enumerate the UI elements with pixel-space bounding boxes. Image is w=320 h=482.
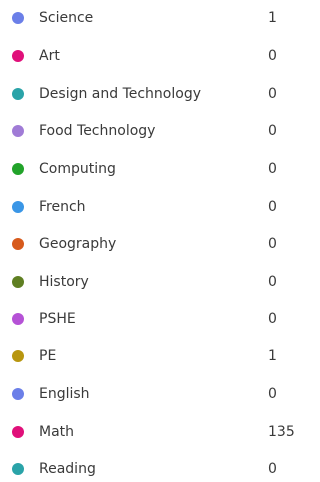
subject-label: Reading bbox=[39, 461, 96, 477]
subject-count: 0 bbox=[268, 311, 277, 327]
subject-count: 0 bbox=[268, 274, 277, 290]
color-dot-icon bbox=[12, 163, 24, 175]
color-dot-icon bbox=[12, 125, 24, 137]
subject-row-food-technology: Food Technology 0 bbox=[0, 119, 297, 143]
subject-label: PSHE bbox=[39, 311, 76, 327]
subject-row-design-and-technology: Design and Technology 0 bbox=[0, 82, 297, 106]
subject-label: Art bbox=[39, 48, 60, 64]
subject-label: Food Technology bbox=[39, 123, 156, 139]
color-dot-icon bbox=[12, 12, 24, 24]
subject-label: English bbox=[39, 386, 90, 402]
subject-legend-list: Science 1 Art 0 Design and Technology 0 … bbox=[0, 0, 297, 482]
color-dot-icon bbox=[12, 50, 24, 62]
subject-row-art: Art 0 bbox=[0, 44, 297, 68]
color-dot-icon bbox=[12, 313, 24, 325]
color-dot-icon bbox=[12, 276, 24, 288]
color-dot-icon bbox=[12, 426, 24, 438]
subject-label: PE bbox=[39, 348, 57, 364]
color-dot-icon bbox=[12, 238, 24, 250]
subject-label: Geography bbox=[39, 236, 117, 252]
subject-row-geography: Geography 0 bbox=[0, 232, 297, 256]
subject-row-history: History 0 bbox=[0, 270, 297, 294]
subject-count: 1 bbox=[268, 10, 277, 26]
subject-label: History bbox=[39, 274, 89, 290]
subject-row-computing: Computing 0 bbox=[0, 157, 297, 181]
color-dot-icon bbox=[12, 201, 24, 213]
subject-count: 1 bbox=[268, 348, 277, 364]
subject-count: 0 bbox=[268, 461, 277, 477]
subject-count: 0 bbox=[268, 48, 277, 64]
subject-row-science: Science 1 bbox=[0, 6, 297, 30]
subject-row-reading: Reading 0 bbox=[0, 457, 297, 481]
color-dot-icon bbox=[12, 463, 24, 475]
subject-count: 135 bbox=[268, 424, 295, 440]
color-dot-icon bbox=[12, 350, 24, 362]
subject-label: Computing bbox=[39, 161, 116, 177]
subject-label: Math bbox=[39, 424, 75, 440]
subject-row-pe: PE 1 bbox=[0, 344, 297, 368]
subject-row-french: French 0 bbox=[0, 195, 297, 219]
color-dot-icon bbox=[12, 388, 24, 400]
subject-count: 0 bbox=[268, 86, 277, 102]
subject-row-math: Math 135 bbox=[0, 420, 297, 444]
subject-count: 0 bbox=[268, 236, 277, 252]
subject-row-pshe: PSHE 0 bbox=[0, 307, 297, 331]
subject-count: 0 bbox=[268, 161, 277, 177]
color-dot-icon bbox=[12, 88, 24, 100]
subject-label: French bbox=[39, 199, 86, 215]
subject-count: 0 bbox=[268, 386, 277, 402]
subject-count: 0 bbox=[268, 199, 277, 215]
subject-label: Science bbox=[39, 10, 94, 26]
subject-row-english: English 0 bbox=[0, 382, 297, 406]
subject-count: 0 bbox=[268, 123, 277, 139]
subject-label: Design and Technology bbox=[39, 86, 201, 102]
